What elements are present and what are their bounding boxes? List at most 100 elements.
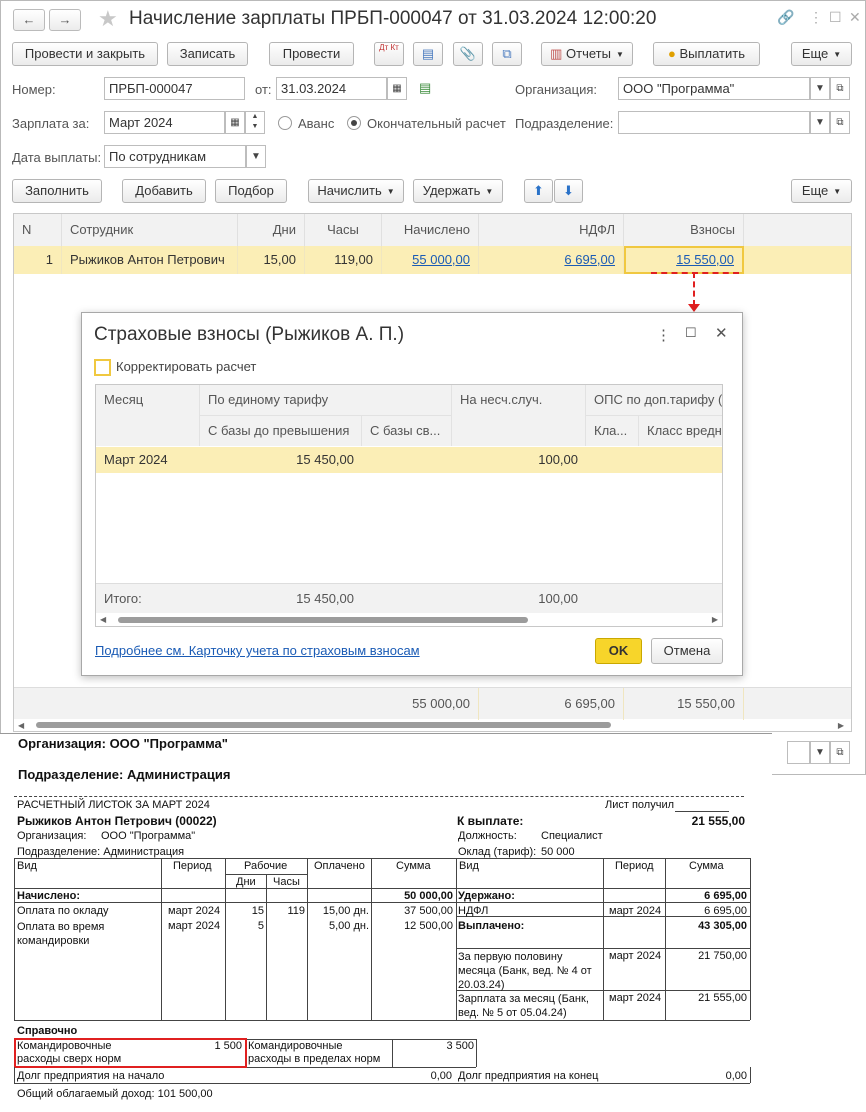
table-row[interactable]: Март 2024 15 450,00 100,00: [96, 447, 722, 473]
salary-for-field[interactable]: Март 2024: [104, 111, 225, 134]
accrued-link[interactable]: 55 000,00: [412, 252, 470, 267]
reports-label: Отчеты: [566, 46, 611, 61]
number-field[interactable]: ПРБП-000047: [104, 77, 245, 100]
col-accident[interactable]: На несч.случ.: [452, 385, 586, 446]
payslip-employee: Рыжиков Антон Петрович (00022): [17, 814, 217, 828]
ndfl-period: март 2024: [609, 905, 662, 917]
table-row[interactable]: 1 Рыжиков Антон Петрович 15,00 119,00 55…: [14, 246, 851, 274]
total-ndfl: 6 695,00: [479, 688, 624, 720]
horizontal-scrollbar[interactable]: ◀ ▶: [100, 616, 718, 624]
accrue-button[interactable]: Начислить ▼: [308, 179, 404, 203]
totals-row: 55 000,00 6 695,00 15 550,00: [14, 687, 851, 720]
total-label: Итого:: [104, 591, 142, 606]
totals-row: Итого: 15 450,00 100,00: [96, 583, 722, 613]
col-harmful[interactable]: Класс вредн: [639, 416, 722, 446]
open-icon[interactable]: ⧉: [830, 77, 850, 100]
maximize-icon[interactable]: ☐: [685, 325, 697, 341]
col-class[interactable]: Кла...: [586, 416, 639, 446]
fill-button[interactable]: Заполнить: [12, 179, 102, 203]
col-ops-extra[interactable]: ОПС по доп.тарифу (в: [586, 385, 722, 416]
payout1-sum: 21 750,00: [698, 950, 747, 962]
select-button[interactable]: Подбор: [215, 179, 287, 203]
col-hours[interactable]: Часы: [305, 214, 382, 246]
org-field[interactable]: ООО "Программа": [618, 77, 810, 100]
payslip-received: Лист получил: [605, 799, 675, 811]
chevron-down-icon[interactable]: ▼: [810, 741, 830, 764]
more-vert-icon[interactable]: ⋮: [656, 326, 671, 344]
dtkt-button[interactable]: Дт Кт: [374, 42, 404, 66]
pay-date-field[interactable]: По сотрудникам: [104, 145, 246, 168]
back-button[interactable]: ←: [13, 9, 45, 31]
pay-button[interactable]: ● Выплатить: [653, 42, 760, 66]
col-n[interactable]: N: [14, 214, 62, 246]
move-up-button[interactable]: ⬆: [524, 179, 553, 203]
link-icon[interactable]: 🔗: [777, 9, 794, 26]
col-base-over[interactable]: С базы св...: [362, 416, 452, 446]
attach-button[interactable]: 📎: [453, 42, 483, 66]
ok-button[interactable]: OK: [595, 638, 642, 664]
col-accrued[interactable]: Начислено: [382, 214, 479, 246]
cell-base-before: 15 450,00: [296, 452, 354, 467]
post-and-close-button[interactable]: Провести и закрыть: [12, 42, 158, 66]
maximize-icon[interactable]: ☐: [829, 9, 842, 26]
col-base-before[interactable]: С базы до превышения: [200, 416, 362, 446]
contrib-table: Месяц По единому тарифу С базы до превыш…: [95, 384, 723, 627]
payout1-kind: За первую половину месяца (Банк, вед. № …: [458, 951, 592, 991]
row1-days: 15: [251, 905, 264, 917]
horizontal-scrollbar[interactable]: ◀ ▶: [18, 721, 844, 730]
reports-button[interactable]: ▥ Отчеты ▼: [541, 42, 633, 66]
bottom-field[interactable]: [787, 741, 810, 764]
close-icon[interactable]: ✕: [715, 324, 728, 342]
contrib-link[interactable]: 15 550,00: [676, 252, 734, 267]
cell-accident: 100,00: [538, 452, 578, 467]
write-button[interactable]: Записать: [167, 42, 248, 66]
advance-radio[interactable]: [278, 116, 292, 130]
chevron-down-icon[interactable]: ▼: [246, 145, 266, 168]
payslip-heading: РАСЧЕТНЫЙ ЛИСТОК ЗА МАРТ 2024: [17, 799, 210, 811]
org-label: Организация:: [515, 82, 598, 97]
insurance-dialog: Страховые взносы (Рыжиков А. П.) ⋮ ☐ ✕ К…: [81, 312, 743, 676]
add-button[interactable]: Добавить: [122, 179, 206, 203]
table-more-button[interactable]: Еще ▼: [791, 179, 852, 203]
final-radio[interactable]: [347, 116, 361, 130]
calendar-icon[interactable]: ▦: [225, 111, 245, 134]
close-icon[interactable]: ✕: [849, 9, 861, 26]
more-button[interactable]: Еще ▼: [791, 42, 852, 66]
chevron-down-icon[interactable]: ▼: [810, 111, 830, 134]
dept-field[interactable]: [618, 111, 810, 134]
row1-sum: 37 500,00: [404, 905, 453, 917]
col-days[interactable]: Дни: [238, 214, 305, 246]
col-month[interactable]: Месяц: [96, 385, 200, 446]
col-ndfl[interactable]: НДФЛ: [479, 214, 624, 246]
move-down-button[interactable]: ⬇: [554, 179, 583, 203]
arrow-down-icon: ⬇: [563, 183, 574, 198]
col-single-tariff[interactable]: По единому тарифу: [200, 385, 452, 416]
list-button[interactable]: ▤: [413, 42, 443, 66]
ndfl-link[interactable]: 6 695,00: [564, 252, 615, 267]
details-link[interactable]: Подробнее см. Карточку учета по страховы…: [95, 643, 420, 658]
col-days: Дни: [236, 876, 256, 888]
col-contrib[interactable]: Взносы: [624, 214, 744, 246]
favorite-star-icon[interactable]: ★: [98, 6, 118, 32]
structure-icon: ⧉: [502, 46, 512, 61]
chevron-down-icon[interactable]: ▼: [810, 77, 830, 100]
withheld-label: Удержано:: [458, 890, 515, 902]
post-button[interactable]: Провести: [269, 42, 354, 66]
open-icon[interactable]: ⧉: [830, 111, 850, 134]
debt-end-value: 0,00: [725, 1070, 747, 1082]
col-employee[interactable]: Сотрудник: [62, 214, 238, 246]
cancel-button[interactable]: Отмена: [651, 638, 723, 664]
dtkt-icon: Дт Кт: [379, 43, 399, 52]
forward-button[interactable]: →: [49, 9, 81, 31]
date-field[interactable]: 31.03.2024: [276, 77, 387, 100]
spin-icon[interactable]: ▲ ▼: [245, 111, 265, 134]
structure-button[interactable]: ⧉: [492, 42, 522, 66]
calendar-icon[interactable]: ▦: [387, 77, 407, 100]
more-vert-icon[interactable]: ⋮: [809, 9, 823, 26]
row2-paid: 5,00 дн.: [328, 920, 369, 932]
open-icon[interactable]: ⧉: [830, 741, 850, 764]
adjust-checkbox[interactable]: [94, 359, 111, 376]
withhold-button[interactable]: Удержать ▼: [413, 179, 503, 203]
approve-icon[interactable]: ▤: [419, 80, 431, 96]
payslip-dept-line: Подразделение: Администрация: [18, 767, 231, 782]
